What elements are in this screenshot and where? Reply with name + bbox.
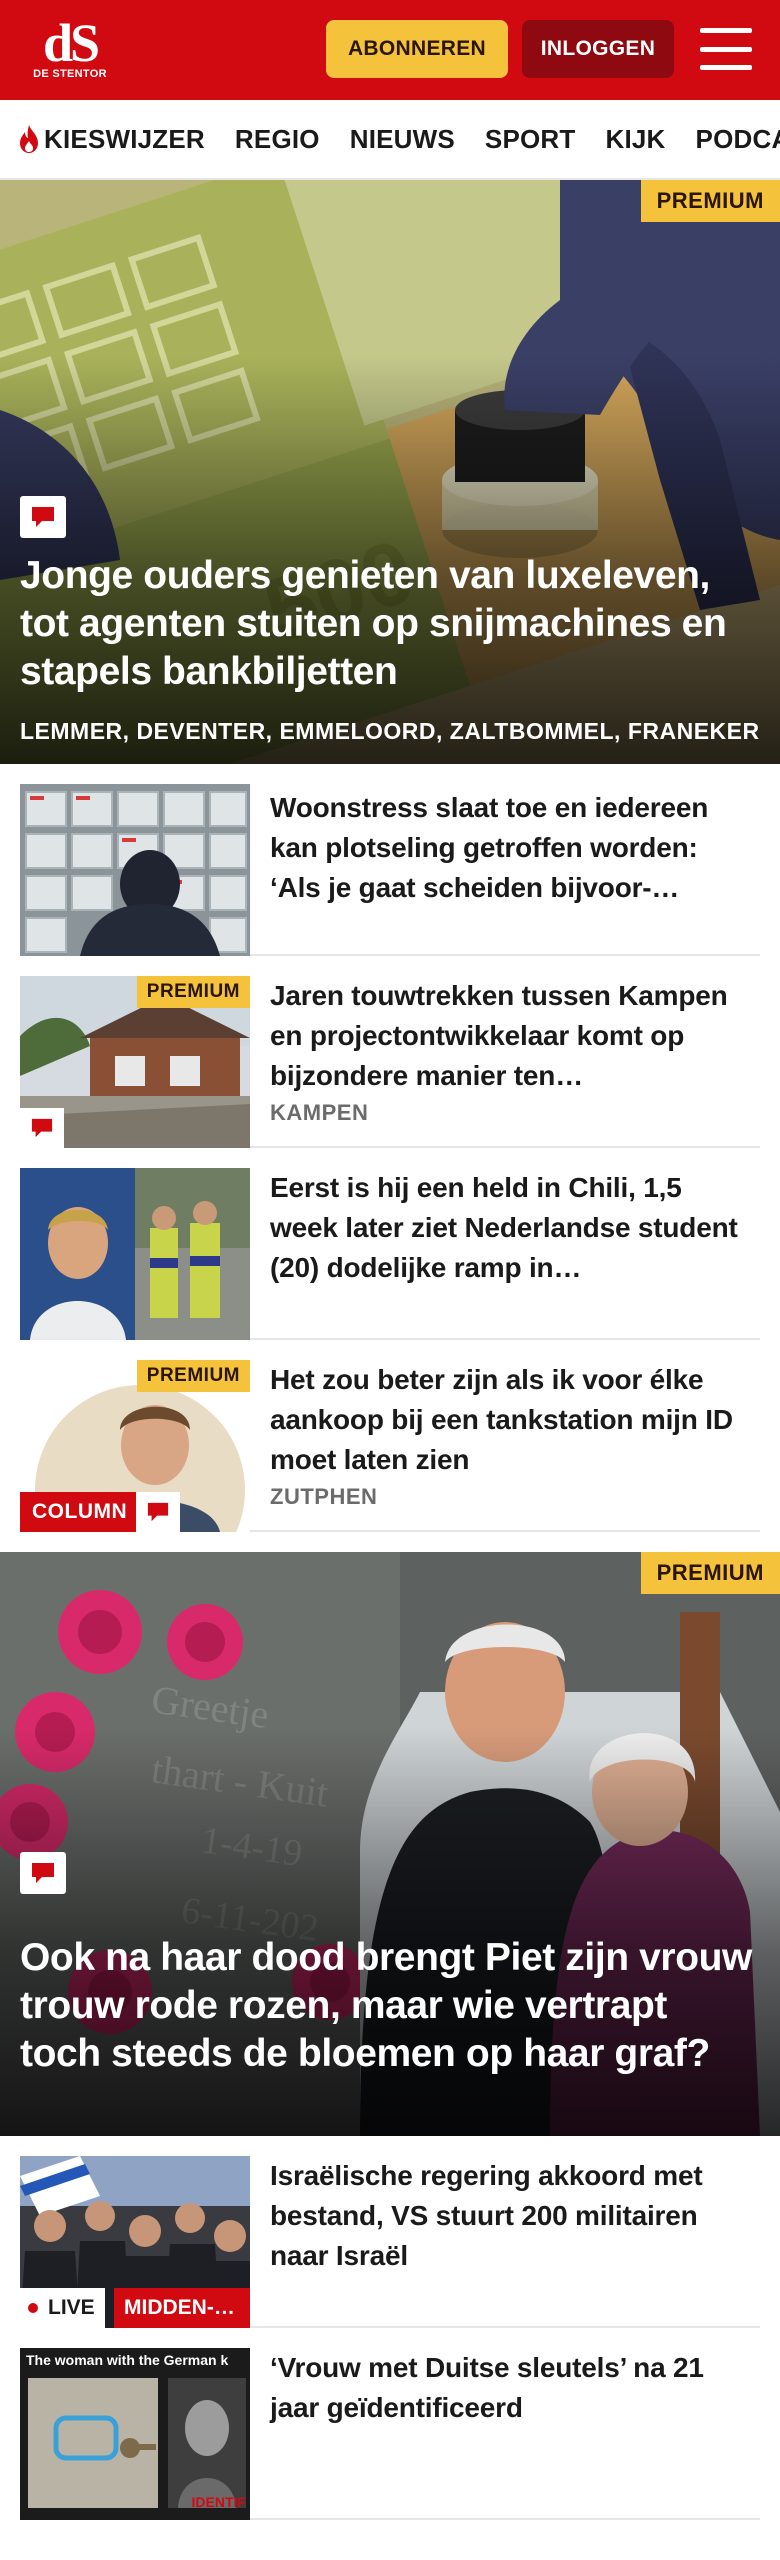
- section-nav: KIESWIJZER REGIO NIEUWS SPORT KIJK PODCA…: [0, 100, 780, 180]
- flame-icon: [20, 125, 38, 153]
- hero-title[interactable]: Ook na haar dood brengt Piet zijn vrouw …: [20, 1934, 756, 2078]
- live-dot-icon: [28, 2303, 38, 2313]
- hero-locations: LEMMER, DEVENTER, EMMELOORD, ZALTBOMMEL,…: [20, 718, 760, 744]
- article-title[interactable]: Woonstress slaat toe en iedereen kan plo…: [270, 788, 752, 908]
- list-item[interactable]: Woonstress slaat toe en iedereen kan plo…: [20, 764, 760, 956]
- article-thumbnail: [20, 784, 250, 956]
- article-title[interactable]: Het zou beter zijn als ik voor élke aank…: [270, 1360, 752, 1480]
- site-header: dS DE STENTOR ABONNEREN INLOGGEN: [0, 0, 780, 100]
- column-tag: COLUMN: [20, 1492, 140, 1532]
- article-title[interactable]: Jaren touwtrekken tussen Kampen en proje…: [270, 976, 752, 1096]
- comment-icon: [20, 496, 66, 538]
- article-location: ZUTPHEN: [270, 1484, 378, 1509]
- article-title[interactable]: ‘Vrouw met Duitse sleutels’ na 21 jaar g…: [270, 2348, 752, 2428]
- nav-item-regio[interactable]: REGIO: [235, 124, 320, 155]
- comment-icon: [136, 1492, 180, 1532]
- nav-item-kijk[interactable]: KIJK: [606, 124, 666, 155]
- comment-icon: [20, 1852, 66, 1894]
- list-item[interactable]: The woman with the German k IDENTIF ‘Vro…: [20, 2328, 760, 2520]
- premium-badge: PREMIUM: [640, 1552, 780, 1594]
- article-thumbnail: The woman with the German k IDENTIF: [20, 2348, 250, 2520]
- nav-item-nieuws[interactable]: NIEUWS: [350, 124, 455, 155]
- hamburger-menu-icon[interactable]: [700, 28, 752, 70]
- article-title[interactable]: Eerst is hij een held in Chili, 1,5 week…: [270, 1168, 752, 1288]
- live-badge: LIVE: [20, 2288, 105, 2328]
- article-thumbnail: PREMIUM: [20, 976, 250, 1148]
- list-item[interactable]: PREMIUM COLUMN Het zou beter zijn als ik…: [20, 1340, 760, 1532]
- subscribe-button[interactable]: ABONNEREN: [326, 20, 508, 78]
- nav-item-kieswijzer[interactable]: KIESWIJZER: [18, 124, 205, 155]
- article-thumbnail: [20, 1168, 250, 1340]
- region-tag: MIDDEN-…: [114, 2288, 250, 2328]
- list-item[interactable]: Eerst is hij een held in Chili, 1,5 week…: [20, 1148, 760, 1340]
- premium-badge: PREMIUM: [136, 976, 250, 1008]
- nav-item-sport[interactable]: SPORT: [485, 124, 576, 155]
- list-item[interactable]: LIVE MIDDEN-… Israëlische regering akkoo…: [20, 2136, 760, 2328]
- live-label: LIVE: [48, 2296, 95, 2319]
- premium-badge: PREMIUM: [640, 180, 780, 222]
- site-logo[interactable]: dS DE STENTOR: [20, 13, 120, 80]
- nav-item-podcasts[interactable]: PODCASTS: [696, 124, 780, 155]
- article-thumbnail: LIVE MIDDEN-…: [20, 2156, 250, 2328]
- list-item[interactable]: PREMIUM Jaren touwtrekken tussen Kampen …: [20, 956, 760, 1148]
- article-thumbnail: PREMIUM COLUMN: [20, 1360, 250, 1532]
- thumbnail-stamp: IDENTIF: [191, 2494, 246, 2510]
- logo-subtitle: DE STENTOR: [33, 68, 107, 80]
- logo-mark: dS: [42, 13, 100, 73]
- thumbnail-caption: The woman with the German k: [26, 2352, 229, 2368]
- hero-article[interactable]: Greetje thart - Kuit 1-4-19 6-11-202 PRE…: [0, 1552, 780, 2136]
- login-button[interactable]: INLOGGEN: [522, 20, 674, 78]
- hero-article[interactable]: 500 PREMIUM Jonge ouders genieten van lu…: [0, 180, 780, 764]
- article-location: KAMPEN: [270, 1100, 369, 1125]
- article-title[interactable]: Israëlische regering akkoord met bestand…: [270, 2156, 752, 2276]
- premium-badge: PREMIUM: [136, 1360, 250, 1392]
- nav-label: KIESWIJZER: [44, 123, 205, 154]
- comment-icon: [20, 1108, 64, 1148]
- hero-title[interactable]: Jonge ouders genieten van luxeleven, tot…: [20, 552, 756, 696]
